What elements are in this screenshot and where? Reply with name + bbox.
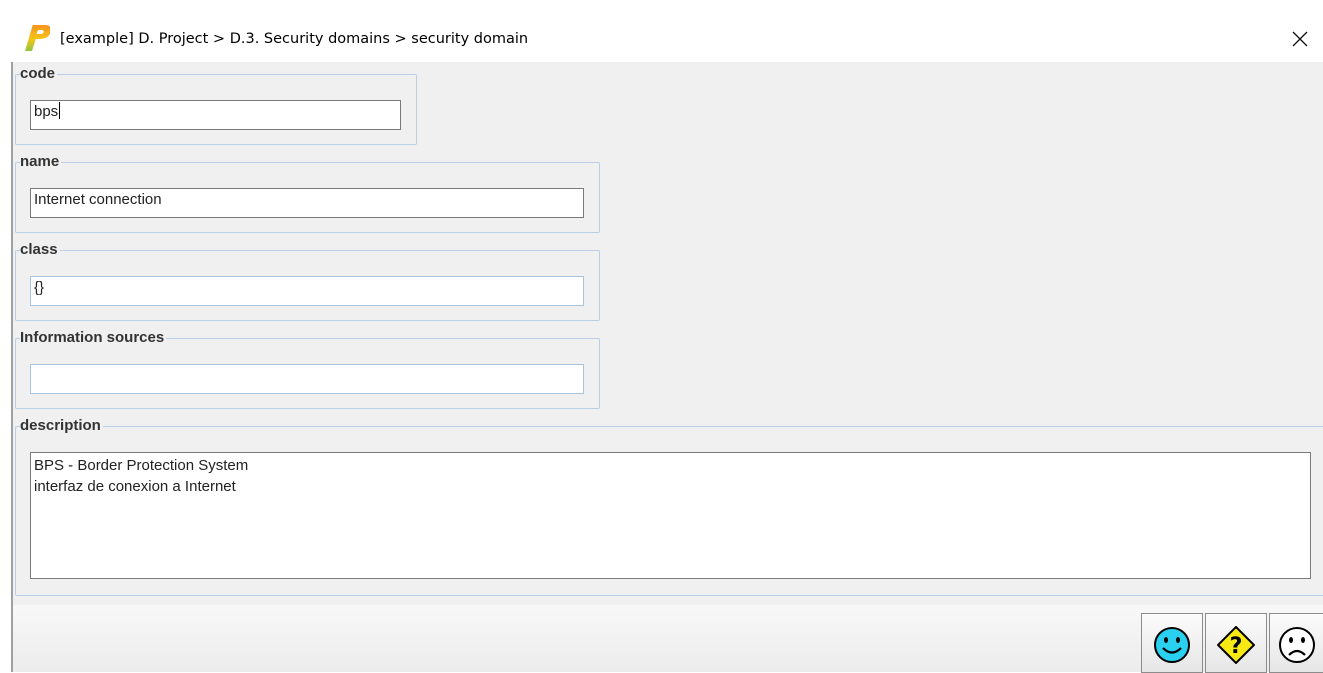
code-input[interactable]: bps bbox=[30, 100, 401, 130]
action-bar: ? bbox=[11, 605, 1323, 673]
security-domain-dialog: [example] D. Project > D.3. Security dom… bbox=[0, 0, 1323, 673]
question-diamond-icon: ? bbox=[1217, 626, 1255, 664]
form-panel: code bps name Internet connection class … bbox=[11, 62, 1323, 605]
cancel-button[interactable] bbox=[1269, 613, 1323, 673]
close-icon bbox=[1292, 31, 1308, 47]
window-title: [example] D. Project > D.3. Security dom… bbox=[60, 31, 529, 47]
name-input[interactable]: Internet connection bbox=[30, 188, 584, 218]
code-label: code bbox=[20, 65, 56, 82]
information-sources-input[interactable] bbox=[30, 364, 584, 394]
information-sources-label: Information sources bbox=[20, 329, 165, 346]
close-button[interactable] bbox=[1277, 20, 1323, 58]
name-label: name bbox=[20, 153, 60, 170]
smiley-sad-icon bbox=[1279, 627, 1315, 663]
code-input-value: bps bbox=[34, 103, 59, 120]
class-input-value: {} bbox=[34, 279, 45, 296]
app-logo-icon bbox=[25, 25, 50, 51]
ok-button[interactable] bbox=[1141, 613, 1203, 673]
name-input-value: Internet connection bbox=[34, 191, 162, 208]
smiley-happy-icon bbox=[1154, 627, 1190, 663]
svg-text:?: ? bbox=[1230, 634, 1243, 659]
description-textarea[interactable]: BPS - Border Protection System interfaz … bbox=[30, 452, 1311, 579]
description-label: description bbox=[20, 417, 101, 434]
help-button[interactable]: ? bbox=[1205, 613, 1267, 673]
class-label: class bbox=[20, 241, 58, 258]
class-input[interactable]: {} bbox=[30, 276, 584, 306]
title-bar[interactable]: [example] D. Project > D.3. Security dom… bbox=[0, 0, 1323, 62]
text-cursor bbox=[59, 102, 61, 119]
